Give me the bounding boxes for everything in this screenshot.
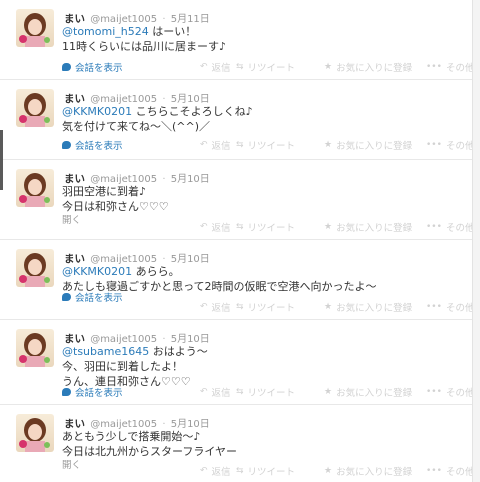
star-icon: ★ xyxy=(324,466,333,476)
retweet-button[interactable]: ⇆ リツイート xyxy=(236,385,324,399)
tweet-text: 羽田空港に到着♪ 今日は和弥さん♡♡♡ xyxy=(62,184,169,214)
tweet-line: 今日は北九州からスターフライヤー xyxy=(62,445,238,458)
mention-link[interactable]: @KKMK0201 xyxy=(62,265,132,278)
avatar[interactable] xyxy=(16,169,54,207)
star-icon: ★ xyxy=(324,140,333,150)
view-conversation-link[interactable]: 会話を表示 xyxy=(62,385,123,399)
retweet-button[interactable]: ⇆ リツイート xyxy=(236,138,324,152)
more-button[interactable]: ••• その他 xyxy=(426,464,476,478)
favorite-button[interactable]: ★ お気に入りに登録 xyxy=(324,60,426,74)
favorite-button[interactable]: ★ お気に入りに登録 xyxy=(324,220,426,234)
retweet-button[interactable]: ⇆ リツイート xyxy=(236,300,324,314)
tweet-actions: ↶ 返信 ⇆ リツイート ★ お気に入りに登録 ••• その他 xyxy=(200,385,476,399)
star-icon: ★ xyxy=(324,222,333,232)
tweet-line: 気を付けて来てね〜＼(^^)／ xyxy=(62,120,211,133)
reply-icon: ↶ xyxy=(200,302,208,312)
tweet-actions: ↶ 返信 ⇆ リツイート ★ お気に入りに登録 ••• その他 xyxy=(200,300,476,314)
reply-icon: ↶ xyxy=(200,62,208,72)
tweet-date[interactable]: 5月10日 xyxy=(171,174,210,185)
retweet-icon: ⇆ xyxy=(236,302,244,312)
favorite-button[interactable]: ★ お気に入りに登録 xyxy=(324,385,426,399)
retweet-icon: ⇆ xyxy=(236,140,244,150)
star-icon: ★ xyxy=(324,302,333,312)
view-conversation-link[interactable]: 会話を表示 xyxy=(62,60,123,74)
tweet-line: 11時くらいには品川に居まーす♪ xyxy=(62,40,227,53)
tweet-text: @tomomi_h524 はーい！ 11時くらいには品川に居まーす♪ xyxy=(62,24,226,54)
tweet-line: あともう少しで搭乗開始〜♪ xyxy=(62,430,201,443)
tweet-line: 羽田空港に到着♪ xyxy=(62,185,147,198)
reply-icon: ↶ xyxy=(200,387,208,397)
more-button[interactable]: ••• その他 xyxy=(426,220,476,234)
star-icon: ★ xyxy=(324,387,333,397)
tweet-item[interactable]: まい @maijet1005 · 5月11日 @tomomi_h524 はーい！… xyxy=(0,0,474,80)
retweet-icon: ⇆ xyxy=(236,387,244,397)
mention-link[interactable]: @tsubame1645 xyxy=(62,345,149,358)
reply-button[interactable]: ↶ 返信 xyxy=(200,138,236,152)
reply-button[interactable]: ↶ 返信 xyxy=(200,464,236,478)
retweet-icon: ⇆ xyxy=(236,466,244,476)
tweet-line: あらら。 xyxy=(132,265,180,278)
avatar[interactable] xyxy=(16,249,54,287)
tweet-item[interactable]: まい @maijet1005 · 5月10日 羽田空港に到着♪ 今日は和弥さん♡… xyxy=(0,160,474,240)
favorite-button[interactable]: ★ お気に入りに登録 xyxy=(324,300,426,314)
avatar[interactable] xyxy=(16,89,54,127)
tweet-actions: ↶ 返信 ⇆ リツイート ★ お気に入りに登録 ••• その他 xyxy=(200,220,476,234)
tweet-actions: ↶ 返信 ⇆ リツイート ★ お気に入りに登録 ••• その他 xyxy=(200,464,476,478)
expand-link[interactable]: 開く xyxy=(62,457,81,471)
dots-icon: ••• xyxy=(426,140,442,150)
tweet-text: あともう少しで搭乗開始〜♪ 今日は北九州からスターフライヤー xyxy=(62,429,237,459)
retweet-button[interactable]: ⇆ リツイート xyxy=(236,60,324,74)
speech-bubble-icon xyxy=(62,388,71,396)
more-button[interactable]: ••• その他 xyxy=(426,138,476,152)
avatar[interactable] xyxy=(16,414,54,452)
tweet-item[interactable]: まい @maijet1005 · 5月10日 @KKMK0201 あらら。 あた… xyxy=(0,240,474,320)
tweet-line: はーい！ xyxy=(148,25,197,38)
scrollbar[interactable] xyxy=(472,0,480,482)
tweet-line: 今、羽田に到着したよ！ xyxy=(62,360,183,373)
dots-icon: ••• xyxy=(426,387,442,397)
speech-bubble-icon xyxy=(62,141,71,149)
dots-icon: ••• xyxy=(426,466,442,476)
avatar[interactable] xyxy=(16,9,54,47)
tweet-text: @tsubame1645 おはよう〜 今、羽田に到着したよ！ うん、連日和弥さん… xyxy=(62,344,208,389)
star-icon: ★ xyxy=(324,62,333,72)
favorite-button[interactable]: ★ お気に入りに登録 xyxy=(324,138,426,152)
view-conversation-link[interactable]: 会話を表示 xyxy=(62,138,123,152)
tweet-line: おはよう〜 xyxy=(149,345,208,358)
more-button[interactable]: ••• その他 xyxy=(426,60,476,74)
more-button[interactable]: ••• その他 xyxy=(426,385,476,399)
reply-icon: ↶ xyxy=(200,466,208,476)
tweet-line: こちらこそよろしくね♪ xyxy=(132,105,253,118)
dots-icon: ••• xyxy=(426,302,442,312)
tweet-actions: ↶ 返信 ⇆ リツイート ★ お気に入りに登録 ••• その他 xyxy=(200,60,476,74)
reply-button[interactable]: ↶ 返信 xyxy=(200,385,236,399)
mention-link[interactable]: @KKMK0201 xyxy=(62,105,132,118)
reply-button[interactable]: ↶ 返信 xyxy=(200,220,236,234)
more-button[interactable]: ••• その他 xyxy=(426,300,476,314)
dots-icon: ••• xyxy=(426,222,442,232)
retweet-icon: ⇆ xyxy=(236,222,244,232)
reply-button[interactable]: ↶ 返信 xyxy=(200,60,236,74)
reply-icon: ↶ xyxy=(200,140,208,150)
speech-bubble-icon xyxy=(62,63,71,71)
tweet-timeline: まい @maijet1005 · 5月11日 @tomomi_h524 はーい！… xyxy=(0,0,474,482)
tweet-item[interactable]: まい @maijet1005 · 5月10日 @KKMK0201 こちらこそよろ… xyxy=(0,80,474,160)
retweet-button[interactable]: ⇆ リツイート xyxy=(236,464,324,478)
mention-link[interactable]: @tomomi_h524 xyxy=(62,25,149,38)
view-conversation-link[interactable]: 会話を表示 xyxy=(62,290,123,304)
reply-icon: ↶ xyxy=(200,222,208,232)
speech-bubble-icon xyxy=(62,293,71,301)
avatar[interactable] xyxy=(16,329,54,367)
tweet-item[interactable]: まい @maijet1005 · 5月10日 あともう少しで搭乗開始〜♪ 今日は… xyxy=(0,405,474,482)
favorite-button[interactable]: ★ お気に入りに登録 xyxy=(324,464,426,478)
tweet-actions: ↶ 返信 ⇆ リツイート ★ お気に入りに登録 ••• その他 xyxy=(200,138,476,152)
tweet-text: @KKMK0201 こちらこそよろしくね♪ 気を付けて来てね〜＼(^^)／ xyxy=(62,104,253,134)
tweet-item[interactable]: まい @maijet1005 · 5月10日 @tsubame1645 おはよう… xyxy=(0,320,474,405)
left-edge-marker xyxy=(0,130,3,190)
retweet-icon: ⇆ xyxy=(236,62,244,72)
retweet-button[interactable]: ⇆ リツイート xyxy=(236,220,324,234)
dots-icon: ••• xyxy=(426,62,442,72)
expand-link[interactable]: 開く xyxy=(62,212,81,226)
reply-button[interactable]: ↶ 返信 xyxy=(200,300,236,314)
